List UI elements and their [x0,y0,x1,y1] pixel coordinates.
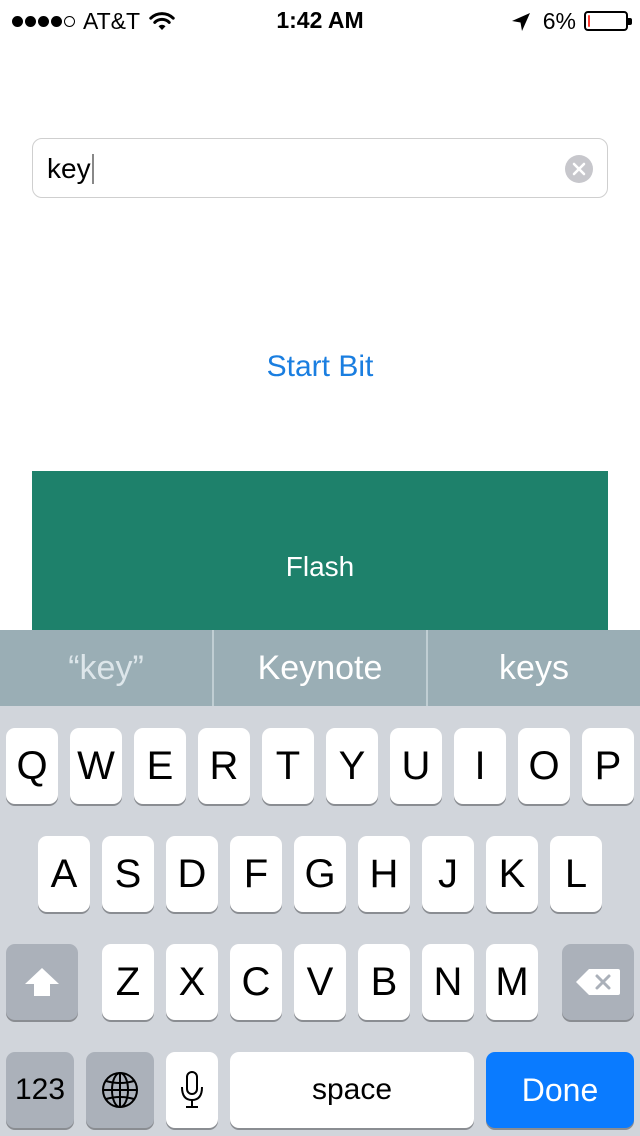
globe-key[interactable] [86,1052,154,1128]
battery-icon [584,11,632,31]
text-caret [91,154,94,184]
numbers-key[interactable]: 123 [6,1052,74,1128]
key-m[interactable]: M [486,944,538,1020]
key-r[interactable]: R [198,728,250,804]
key-n[interactable]: N [422,944,474,1020]
text-input-value: key [47,153,94,185]
suggestion-typed-word[interactable]: “key” [0,630,212,706]
key-s[interactable]: S [102,836,154,912]
key-d[interactable]: D [166,836,218,912]
key-q[interactable]: Q [6,728,58,804]
key-l[interactable]: L [550,836,602,912]
key-v[interactable]: V [294,944,346,1020]
suggestion-bar: “key” Keynote keys [0,630,640,706]
key-y[interactable]: Y [326,728,378,804]
keyboard: “key” Keynote keys Q W E R T Y U I O P A… [0,630,640,1136]
key-c[interactable]: C [230,944,282,1020]
key-w[interactable]: W [70,728,122,804]
text-input[interactable]: key [32,138,608,198]
key-b[interactable]: B [358,944,410,1020]
suggestion-word[interactable]: Keynote [214,630,426,706]
key-g[interactable]: G [294,836,346,912]
location-arrow-icon [511,11,531,31]
key-h[interactable]: H [358,836,410,912]
key-a[interactable]: A [38,836,90,912]
flash-button-label: Flash [285,551,355,582]
delete-key[interactable] [562,944,634,1020]
dictation-key[interactable] [166,1052,218,1128]
microphone-icon [181,1071,203,1108]
globe-icon [102,1072,138,1108]
key-f[interactable]: F [230,836,282,912]
text-input-text: key [47,153,91,184]
key-j[interactable]: J [422,836,474,912]
key-k[interactable]: K [486,836,538,912]
key-u[interactable]: U [390,728,442,804]
key-z[interactable]: Z [102,944,154,1020]
battery-level-fill [588,15,590,27]
key-p[interactable]: P [582,728,634,804]
start-bit-button[interactable]: Start Bit [0,350,640,384]
key-x[interactable]: X [166,944,218,1020]
suggestion-word[interactable]: keys [428,630,640,706]
battery-tip [628,18,632,25]
space-key[interactable]: space [230,1052,474,1128]
status-bar: AT&T 1:42 AM 6% [0,0,640,40]
key-i[interactable]: I [454,728,506,804]
status-right: 6% [511,7,632,34]
shift-arrow-icon [25,968,59,996]
key-o[interactable]: O [518,728,570,804]
key-e[interactable]: E [134,728,186,804]
backspace-icon [576,969,620,995]
shift-key[interactable] [6,944,78,1020]
key-t[interactable]: T [262,728,314,804]
done-key[interactable]: Done [486,1052,634,1128]
clear-x-circle-icon[interactable] [565,155,593,183]
flash-button[interactable]: Flash [32,471,608,631]
battery-percent: 6% [542,7,576,34]
